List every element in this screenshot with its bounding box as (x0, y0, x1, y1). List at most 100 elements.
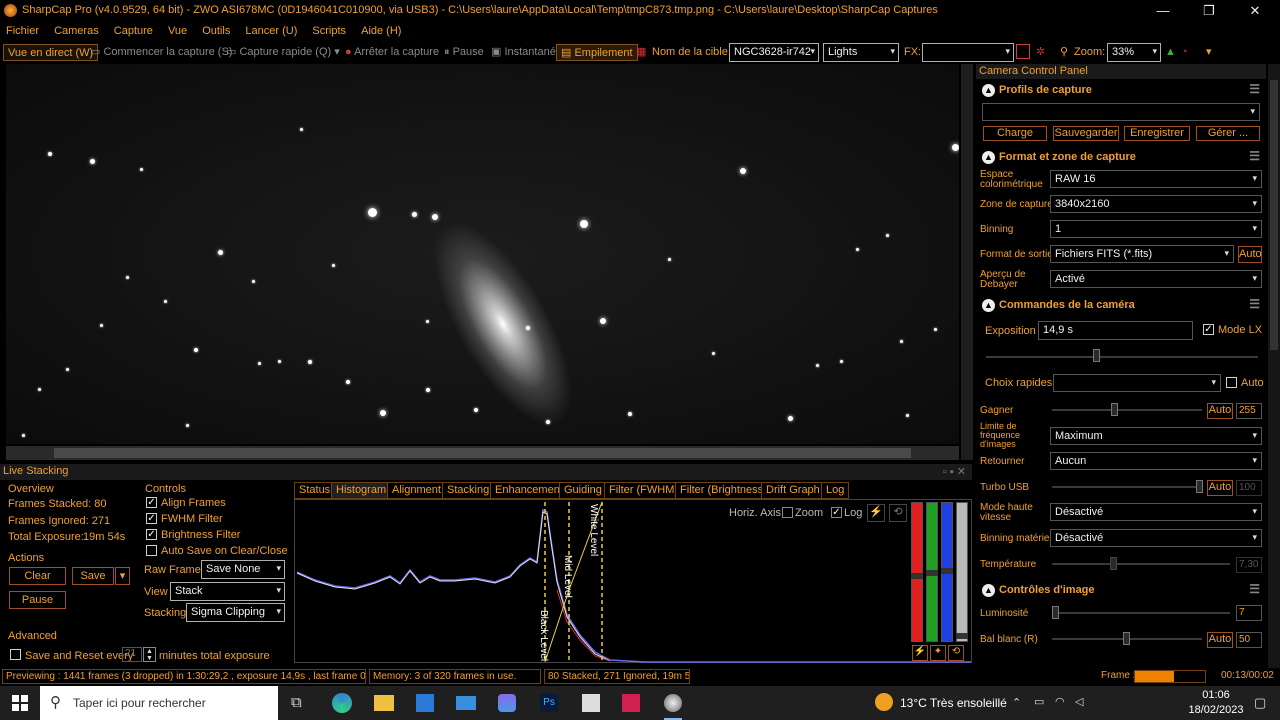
collapse-icon[interactable]: ▲ (982, 151, 995, 164)
brightness-slider[interactable] (1052, 612, 1230, 614)
histogram-icon[interactable]: ▲ (1165, 44, 1176, 61)
task-view-icon[interactable]: ⧉ (291, 694, 302, 711)
app-icon-red[interactable] (622, 694, 640, 712)
record-icon[interactable] (1016, 44, 1030, 59)
pause-button[interactable]: ⏸ Pause (444, 44, 484, 61)
snapshot-button[interactable]: ▣ Instantané (491, 44, 556, 61)
save-options-dropdown[interactable]: ▾ (115, 567, 130, 585)
turbo-auto-button[interactable]: Auto (1207, 480, 1233, 496)
reset-stretch-icon[interactable]: ⟲ (948, 645, 964, 661)
menu-outils[interactable]: Outils (196, 22, 236, 40)
menu-fichier[interactable]: Fichier (0, 22, 45, 40)
menu-scripts[interactable]: Scripts (306, 22, 352, 40)
section-menu-icon[interactable]: ☰ (1249, 82, 1260, 96)
section-menu-icon[interactable]: ☰ (1249, 149, 1260, 163)
notifications-icon[interactable]: ▢ (1254, 695, 1266, 711)
start-capture-button[interactable]: ▭ Commencer la capture (S) (90, 44, 232, 61)
profiles-section-header[interactable]: ▲ Profils de capture ☰ (980, 82, 1264, 99)
store-icon[interactable] (416, 694, 434, 712)
sharpcap-taskbar-icon[interactable] (664, 694, 682, 712)
binning-dropdown[interactable]: 1 (1050, 220, 1262, 238)
toolbar-overflow-icon[interactable]: ▾ (1206, 44, 1212, 61)
scrollbar-thumb[interactable] (54, 448, 911, 458)
tab-stacking[interactable]: Stacking (442, 482, 495, 499)
gain-value-input[interactable]: 255 (1236, 403, 1262, 419)
turbo-usb-slider[interactable] (1052, 486, 1202, 488)
star-icon[interactable]: ✦ (930, 645, 946, 661)
file-explorer-icon[interactable] (374, 695, 394, 711)
zoom-checkbox[interactable] (782, 507, 793, 518)
zoom-dropdown[interactable]: 33% (1107, 43, 1161, 62)
wb-red-slider-knob[interactable] (1123, 632, 1130, 645)
clear-button[interactable]: Clear (9, 567, 66, 585)
flip-dropdown[interactable]: Aucun (1050, 452, 1262, 470)
fx-dropdown[interactable] (922, 43, 1014, 62)
quick-capture-button[interactable]: ▭ Capture rapide (Q) ▾ (226, 44, 340, 61)
clock-date[interactable]: 18/02/2023 (1180, 704, 1252, 716)
quick-choices-auto-checkbox[interactable] (1226, 377, 1237, 388)
auto-stretch-icon[interactable]: ⚡ (912, 645, 928, 661)
capture-area-dropdown[interactable]: 3840x2160 (1050, 195, 1262, 213)
save-profile-button[interactable]: Sauvegarder (1053, 126, 1119, 141)
stacking-button[interactable]: ▤ Empilement (556, 44, 638, 61)
tab-filter-fwhm[interactable]: Filter (FWHM) (604, 482, 684, 499)
menu-vue[interactable]: Vue (162, 22, 193, 40)
frame-rate-dropdown[interactable]: Maximum (1050, 427, 1262, 445)
tab-histogram[interactable]: Histogram (331, 482, 392, 499)
taskbar-search-box[interactable]: ⚲ Taper ici pour rechercher (40, 686, 278, 720)
tab-alignment[interactable]: Alignment (387, 482, 446, 499)
live-view-button[interactable]: Vue en direct (W) (3, 44, 99, 61)
blue-channel-slider[interactable] (941, 502, 953, 642)
brightness-slider-knob[interactable] (1052, 606, 1059, 619)
minutes-stepper[interactable]: ▲ ▼ (143, 647, 156, 662)
turbo-usb-slider-knob[interactable] (1196, 480, 1203, 493)
save-button[interactable]: Save (72, 567, 114, 585)
align-frames-checkbox[interactable]: ✓ (146, 497, 157, 508)
debayer-dropdown[interactable]: Activé (1050, 270, 1262, 288)
mode-lx-checkbox[interactable]: ✓ (1203, 324, 1214, 335)
brightness-value-input[interactable]: 7 (1236, 605, 1262, 621)
section-menu-icon[interactable]: ☰ (1249, 297, 1260, 311)
target-name-dropdown[interactable]: NGC3628-ir742 (729, 43, 819, 62)
color-space-dropdown[interactable]: RAW 16 (1050, 170, 1262, 188)
crosshair-icon[interactable]: ✲ (1036, 44, 1045, 61)
collapse-icon[interactable]: ▲ (982, 84, 995, 97)
tab-drift-graph[interactable]: Drift Graph (761, 482, 825, 499)
auto-save-checkbox[interactable] (146, 545, 157, 556)
gain-auto-button[interactable]: Auto (1207, 403, 1233, 419)
gain-slider[interactable] (1052, 409, 1202, 411)
wb-red-value-input[interactable]: 50 (1236, 632, 1262, 648)
menu-cameras[interactable]: Cameras (48, 22, 105, 40)
tab-status[interactable]: Status (294, 482, 336, 499)
network-icon[interactable]: ▭ (1034, 695, 1044, 708)
close-button[interactable]: ✕ (1232, 0, 1278, 22)
turbo-value-input[interactable]: 100 (1236, 480, 1262, 496)
lightning-icon[interactable]: ⚡ (867, 504, 885, 522)
tray-overflow-icon[interactable]: ⌃ (1012, 696, 1021, 709)
camera-controls-section-header[interactable]: ▲ Commandes de la caméra ☰ (980, 297, 1264, 314)
reset-icon[interactable]: ⟲ (889, 504, 907, 522)
image-controls-section-header[interactable]: ▲ Contrôles d'image ☰ (980, 582, 1264, 599)
log-checkbox[interactable]: ✓ (831, 507, 842, 518)
image-viewport[interactable] (6, 64, 959, 444)
photoshop-icon[interactable]: Ps (540, 694, 558, 712)
wb-red-auto-button[interactable]: Auto (1207, 632, 1233, 648)
output-auto-button[interactable]: Auto (1238, 246, 1262, 263)
mail-icon[interactable] (456, 696, 476, 710)
quick-choices-dropdown[interactable] (1053, 374, 1221, 392)
menu-lancer[interactable]: Lancer (U) (239, 22, 303, 40)
wifi-icon[interactable]: ◠ (1055, 695, 1065, 708)
clock-time[interactable]: 01:06 (1194, 689, 1238, 701)
output-format-dropdown[interactable]: Fichiers FITS (*.fits) (1050, 245, 1234, 263)
view-dropdown[interactable]: Stack (170, 582, 285, 601)
hw-binning-dropdown[interactable]: Désactivé (1050, 529, 1262, 547)
panel-pin-icon[interactable]: ▫ ▪ ✕ (943, 465, 966, 478)
tab-guiding[interactable]: Guiding (559, 482, 607, 499)
stacking-method-dropdown[interactable]: Sigma Clipping (186, 603, 285, 622)
brightness-filter-checkbox[interactable]: ✓ (146, 529, 157, 540)
app-icon-generic[interactable] (582, 694, 600, 712)
save-reset-minutes-input[interactable]: 21 (122, 647, 142, 662)
frame-type-dropdown[interactable]: Lights (823, 43, 899, 62)
tab-enhancement[interactable]: Enhancement (490, 482, 568, 499)
pause-stacking-button[interactable]: Pause (9, 591, 66, 609)
